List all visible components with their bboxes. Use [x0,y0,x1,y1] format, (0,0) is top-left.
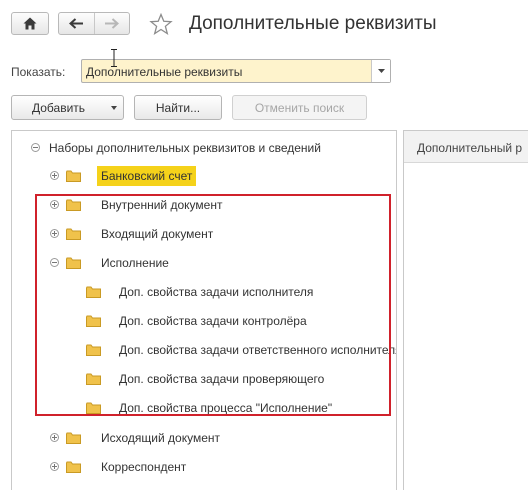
tree-panel: Наборы дополнительных реквизитов и сведе… [11,130,397,490]
tree-item-label: Корреспондент [101,460,187,474]
tree-item-label: Внутренний документ [101,198,223,212]
find-button-label: Найти... [155,100,201,115]
expand-icon[interactable] [50,229,59,238]
collapse-icon[interactable] [50,258,59,267]
tree-item-incoming-document[interactable]: Входящий документ [12,223,396,245]
tree-item-label: Исходящий документ [101,431,220,445]
cancel-search-button-label: Отменить поиск [254,100,345,115]
expand-icon[interactable] [50,462,59,471]
show-select[interactable]: Дополнительные реквизиты [81,59,391,83]
add-button-label: Добавить [32,100,86,115]
folder-icon [86,315,101,327]
cancel-search-button[interactable]: Отменить поиск [232,95,367,120]
tree-item-label: Доп. свойства задачи проверяющего [119,372,325,386]
folder-icon [66,170,81,182]
details-panel: Дополнительный р [403,130,528,490]
tree-item-label: Входящий документ [101,227,214,241]
tree-item-label: Доп. свойства задачи контролёра [119,314,307,328]
tree-item-executor-task-props[interactable]: Доп. свойства задачи исполнителя [12,281,396,303]
tree-item-execution[interactable]: Исполнение [12,252,396,274]
folder-icon [66,257,81,269]
tree-item-controller-task-props[interactable]: Доп. свойства задачи контролёра [12,310,396,332]
tree-item-internal-document[interactable]: Внутренний документ [12,194,396,216]
tree-item-responsible-executor-task-props[interactable]: Доп. свойства задачи ответственного испо… [12,339,396,361]
find-button[interactable]: Найти... [134,95,222,120]
expand-icon[interactable] [50,433,59,442]
tree-item-label: Доп. свойства процесса "Исполнение" [119,401,333,415]
expand-icon[interactable] [50,171,59,180]
tree-item-label: Банковский счет [97,166,197,186]
expand-icon[interactable] [50,200,59,209]
details-column-header[interactable]: Дополнительный р [404,131,528,163]
tree-item-label: Исполнение [101,256,169,270]
dropdown-arrow-icon [111,106,117,110]
folder-icon [66,199,81,211]
text-cursor-icon [111,49,117,67]
folder-icon [86,373,101,385]
tree-root-row[interactable]: Наборы дополнительных реквизитов и сведе… [12,137,396,159]
star-icon[interactable] [149,13,173,35]
page-title: Дополнительные реквизиты [189,13,437,34]
tree-item-bank-account[interactable]: Банковский счет [12,165,396,187]
show-select-value: Дополнительные реквизиты [86,65,243,79]
tree-item-reviewer-task-props[interactable]: Доп. свойства задачи проверяющего [12,368,396,390]
home-icon [23,17,37,30]
folder-icon [66,461,81,473]
details-column-header-label: Дополнительный р [417,141,523,155]
folder-icon [66,228,81,240]
show-select-dropdown-button[interactable] [371,60,390,82]
history-navigation [58,12,130,35]
back-arrow-icon [68,18,83,29]
folder-icon [66,432,81,444]
folder-icon [86,344,101,356]
tree-item-execution-process-props[interactable]: Доп. свойства процесса "Исполнение" [12,397,396,419]
tree-root-label: Наборы дополнительных реквизитов и сведе… [49,141,321,155]
home-button[interactable] [11,12,49,35]
folder-icon [86,286,101,298]
add-button[interactable]: Добавить [11,95,124,120]
forward-arrow-icon [105,18,120,29]
folder-icon [86,402,101,414]
dropdown-arrow-icon [377,69,385,73]
show-label: Показать: [11,65,66,79]
back-button[interactable] [59,13,94,34]
tree-item-label: Доп. свойства задачи исполнителя [119,285,314,299]
tree-item-label: Доп. свойства задачи ответственного испо… [119,343,396,357]
forward-button[interactable] [93,13,130,34]
tree-item-correspondent[interactable]: Корреспондент [12,456,396,478]
collapse-icon[interactable] [31,143,40,152]
tree-item-outgoing-document[interactable]: Исходящий документ [12,427,396,449]
